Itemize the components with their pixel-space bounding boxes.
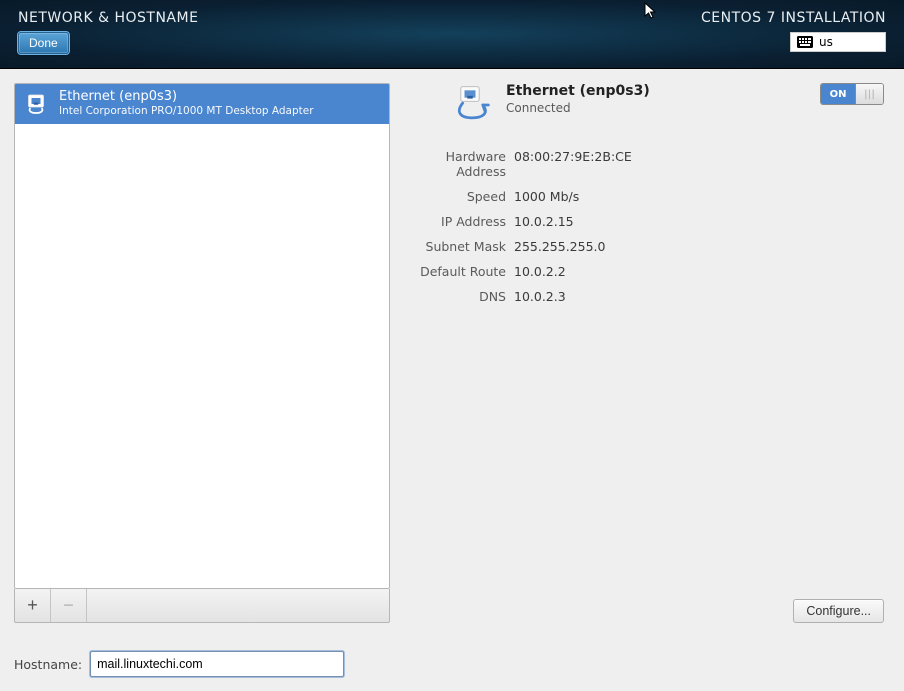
header-bar: NETWORK & HOSTNAME Done CENTOS 7 INSTALL… <box>0 0 904 68</box>
details-grid: Hardware Address 08:00:27:9E:2B:CE Speed… <box>398 149 890 304</box>
ip-address-label: IP Address <box>398 214 506 229</box>
hw-address-value: 08:00:27:9E:2B:CE <box>514 149 884 179</box>
interface-title: Ethernet (enp0s3) <box>506 83 806 99</box>
keyboard-icon <box>797 36 813 48</box>
device-name: Ethernet (enp0s3) <box>59 90 314 105</box>
spoke-title: NETWORK & HOSTNAME <box>18 10 198 26</box>
interface-switch[interactable]: ON ||| <box>820 83 884 105</box>
device-list[interactable]: Ethernet (enp0s3) Intel Corporation PRO/… <box>14 83 390 589</box>
hostname-input[interactable] <box>90 651 344 677</box>
keyboard-layout-selector[interactable]: us <box>790 32 886 52</box>
device-list-area: Ethernet (enp0s3) Intel Corporation PRO/… <box>14 83 390 623</box>
device-details-area: Ethernet (enp0s3) Connected ON ||| Hardw… <box>398 83 890 623</box>
dns-value: 10.0.2.3 <box>514 289 884 304</box>
default-route-value: 10.0.2.2 <box>514 264 884 279</box>
device-list-toolbar: + − <box>14 589 390 623</box>
subnet-mask-value: 255.255.255.0 <box>514 239 884 254</box>
remove-device-button: − <box>51 589 87 622</box>
subnet-mask-label: Subnet Mask <box>398 239 506 254</box>
default-route-label: Default Route <box>398 264 506 279</box>
installer-title: CENTOS 7 INSTALLATION <box>701 10 886 26</box>
dns-label: DNS <box>398 289 506 304</box>
interface-status: Connected <box>506 101 806 115</box>
add-device-button[interactable]: + <box>15 589 51 622</box>
configure-button[interactable]: Configure... <box>793 599 884 623</box>
speed-label: Speed <box>398 189 506 204</box>
keyboard-layout-label: us <box>819 35 833 49</box>
hw-address-label: Hardware Address <box>398 149 506 179</box>
content-area: Ethernet (enp0s3) Intel Corporation PRO/… <box>0 68 904 691</box>
cursor-icon <box>644 2 658 24</box>
switch-on-label: ON <box>821 84 855 104</box>
hostname-label: Hostname: <box>14 657 82 672</box>
speed-value: 1000 Mb/s <box>514 189 884 204</box>
ethernet-icon <box>23 92 49 116</box>
device-row-ethernet[interactable]: Ethernet (enp0s3) Intel Corporation PRO/… <box>15 84 389 124</box>
ethernet-big-icon <box>448 83 492 131</box>
done-button[interactable]: Done <box>18 32 69 54</box>
device-adapter: Intel Corporation PRO/1000 MT Desktop Ad… <box>59 105 314 118</box>
hostname-row: Hostname: <box>14 651 890 677</box>
ip-address-value: 10.0.2.15 <box>514 214 884 229</box>
switch-knob: ||| <box>855 84 883 104</box>
